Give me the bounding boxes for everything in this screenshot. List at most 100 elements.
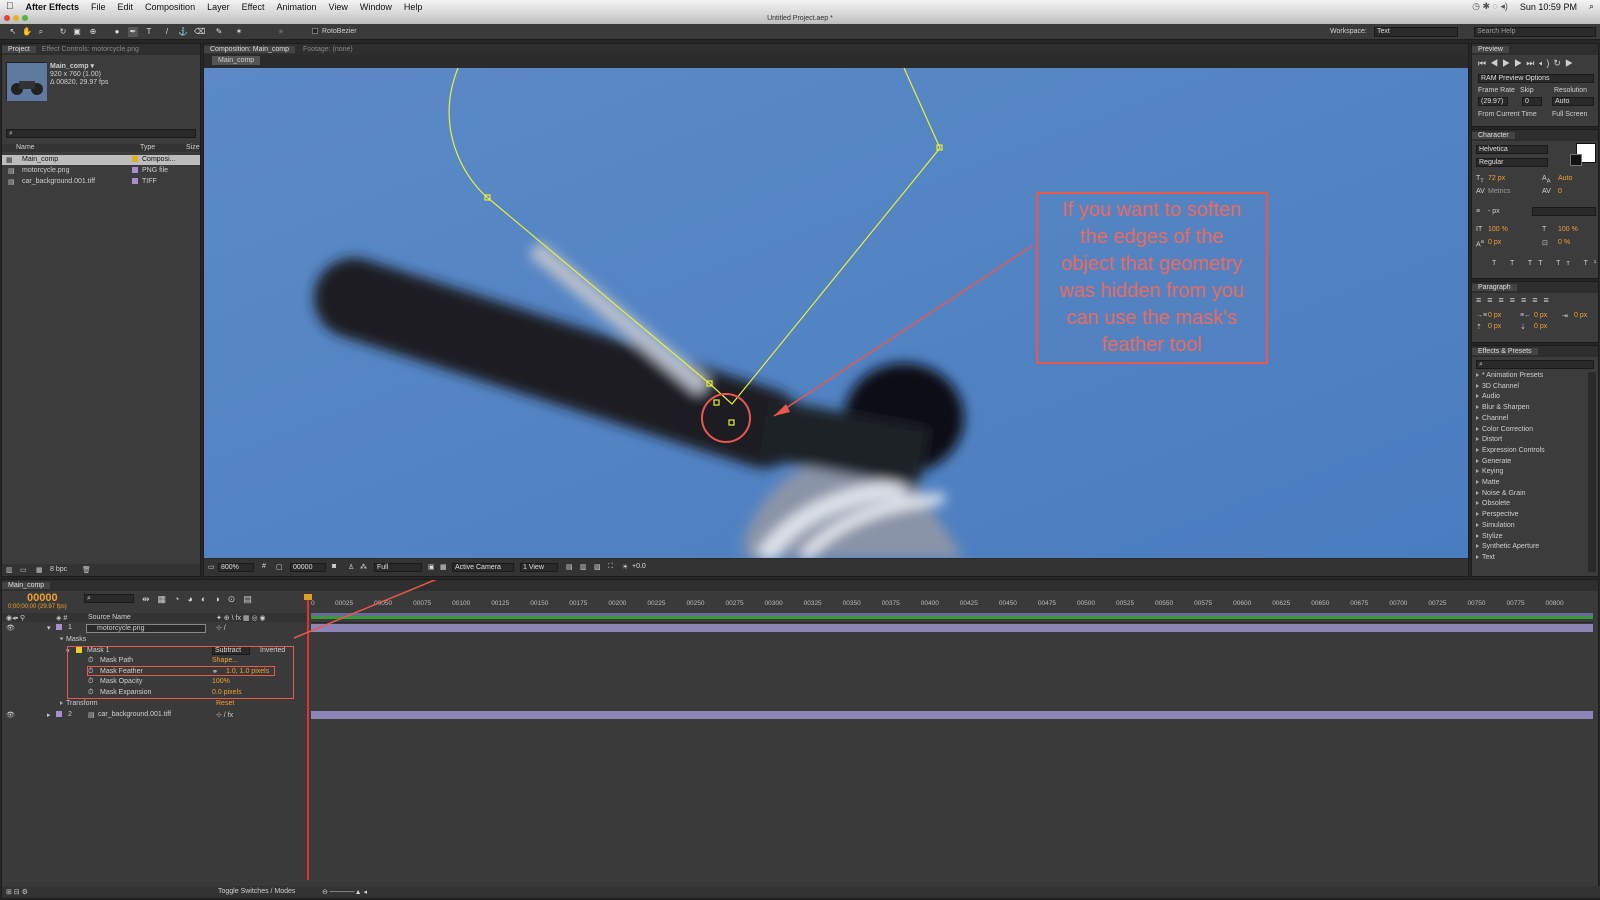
- from-current-time-checkbox[interactable]: From Current Time: [1478, 111, 1537, 118]
- menu-layer[interactable]: Layer: [201, 2, 236, 12]
- space-before-value[interactable]: 0 px: [1488, 323, 1501, 330]
- menu-animation[interactable]: Animation: [270, 2, 322, 12]
- effects-search-input[interactable]: ⌕: [1476, 360, 1594, 369]
- loop-icon[interactable]: ↻: [1553, 58, 1565, 68]
- rotate-tool-icon[interactable]: ↻: [58, 27, 68, 37]
- project-item-main-comp[interactable]: ▦ Main_comp Composi...: [2, 155, 200, 165]
- grid-icon[interactable]: #: [262, 563, 266, 570]
- font-size-value[interactable]: 72 px: [1488, 175, 1505, 182]
- search-help-input[interactable]: Search Help: [1474, 27, 1596, 37]
- comp-subtab[interactable]: Main_comp: [212, 56, 261, 65]
- expand-triangle-icon[interactable]: [1476, 480, 1479, 484]
- menu-edit[interactable]: Edit: [112, 2, 140, 12]
- effect-category[interactable]: Perspective: [1476, 511, 1519, 518]
- region-of-interest-icon[interactable]: ▣: [428, 563, 435, 571]
- new-folder-icon[interactable]: ▭: [20, 566, 27, 574]
- minimize-window-button[interactable]: [13, 15, 19, 21]
- bpc-label[interactable]: 8 bpc: [50, 566, 67, 573]
- view-layout-select[interactable]: 1 View: [520, 563, 558, 572]
- indent-left-value[interactable]: 0 px: [1488, 312, 1501, 319]
- menu-effect[interactable]: Effect: [236, 2, 271, 12]
- effect-category[interactable]: Distort: [1476, 436, 1502, 443]
- timeline-icon[interactable]: ▧: [594, 563, 601, 571]
- new-comp-icon[interactable]: ▦: [36, 566, 43, 574]
- baseline-shift-value[interactable]: 0 px: [1488, 239, 1501, 246]
- selection-tool-icon[interactable]: ↖: [8, 27, 18, 37]
- tab-paragraph[interactable]: Paragraph: [1472, 284, 1517, 291]
- pixel-aspect-icon[interactable]: ▤: [566, 563, 573, 571]
- effect-category[interactable]: Simulation: [1476, 522, 1515, 529]
- close-window-button[interactable]: [4, 15, 10, 21]
- effect-category[interactable]: Color Correction: [1476, 426, 1533, 433]
- first-line-value[interactable]: 0 px: [1574, 312, 1587, 319]
- tracking-value[interactable]: 0: [1558, 188, 1562, 195]
- ellipse-tool-icon[interactable]: ●: [112, 27, 122, 37]
- menu-view[interactable]: View: [322, 2, 353, 12]
- frame-rate-field[interactable]: (29.97): [1478, 97, 1508, 106]
- snapshot-icon[interactable]: ◙: [332, 563, 336, 570]
- tab-composition[interactable]: Composition: Main_comp: [204, 46, 295, 53]
- brush-tool-icon[interactable]: /: [162, 27, 172, 37]
- effect-category[interactable]: 3D Channel: [1476, 383, 1519, 390]
- kerning-value[interactable]: Metrics: [1488, 188, 1511, 195]
- expand-triangle-icon[interactable]: [1476, 437, 1479, 442]
- exposure-value[interactable]: +0.0: [632, 563, 646, 570]
- pan-behind-tool-icon[interactable]: ⊕: [88, 27, 98, 37]
- expand-triangle-icon[interactable]: [1476, 554, 1479, 559]
- menu-file[interactable]: File: [85, 2, 112, 12]
- comp-viewer[interactable]: [204, 68, 1468, 558]
- tab-character[interactable]: Character: [1472, 132, 1515, 139]
- space-after-value[interactable]: 0 px: [1534, 323, 1547, 330]
- text-style-buttons[interactable]: T T TT Tт T¹ T₁: [1492, 260, 1600, 267]
- resolution-select[interactable]: Full: [374, 563, 422, 572]
- stroke-color-swatch[interactable]: [1570, 154, 1582, 166]
- channel-icon[interactable]: ⁂: [360, 563, 367, 571]
- effect-category[interactable]: Audio: [1476, 393, 1500, 400]
- camera-tool-icon[interactable]: ▣: [72, 27, 82, 37]
- expand-triangle-icon[interactable]: [1476, 512, 1479, 517]
- show-snapshot-icon[interactable]: ♙: [348, 563, 354, 571]
- menu-help[interactable]: Help: [398, 2, 429, 12]
- camera-select[interactable]: Active Camera: [452, 563, 514, 572]
- zoom-slider[interactable]: ⊖ ─────▲ ◂: [322, 888, 367, 896]
- flowchart-icon[interactable]: ⛶: [608, 563, 613, 571]
- trash-icon[interactable]: 🗑: [82, 566, 91, 574]
- expand-triangle-icon[interactable]: [1476, 501, 1479, 506]
- expand-triangle-icon[interactable]: [1476, 469, 1479, 474]
- leading-value[interactable]: Auto: [1558, 175, 1572, 182]
- ram-preview-icon[interactable]: ▶: [1565, 58, 1577, 68]
- ram-preview-options[interactable]: RAM Preview Options: [1478, 74, 1594, 83]
- menu-composition[interactable]: Composition: [139, 2, 201, 12]
- effect-category[interactable]: Generate: [1476, 458, 1511, 465]
- audio-icon[interactable]: ◂): [1538, 58, 1553, 68]
- effect-category[interactable]: Matte: [1476, 479, 1500, 486]
- effect-category[interactable]: Expression Controls: [1476, 447, 1545, 454]
- expand-triangle-icon[interactable]: [1476, 394, 1479, 399]
- spotlight-icon[interactable]: ⌕: [1583, 1, 1600, 12]
- clone-tool-icon[interactable]: ⚓: [178, 27, 188, 37]
- zoom-tool-icon[interactable]: ⌕: [36, 27, 46, 37]
- fast-preview-icon[interactable]: ▥: [580, 563, 587, 571]
- indent-right-value[interactable]: 0 px: [1534, 312, 1547, 319]
- project-search-input[interactable]: ⌕: [6, 129, 196, 138]
- col-type[interactable]: Type: [140, 144, 155, 151]
- toggle-switches-modes[interactable]: Toggle Switches / Modes: [218, 888, 295, 895]
- effects-scrollbar[interactable]: [1588, 372, 1596, 572]
- expand-triangle-icon[interactable]: [1476, 426, 1479, 431]
- effect-category[interactable]: Noise & Grain: [1476, 490, 1526, 497]
- horizontal-scale-value[interactable]: 100 %: [1558, 226, 1578, 233]
- effect-category[interactable]: Stylize: [1476, 533, 1503, 540]
- tab-preview[interactable]: Preview: [1472, 46, 1509, 53]
- expand-triangle-icon[interactable]: [1476, 405, 1479, 410]
- effect-category[interactable]: Text: [1476, 554, 1495, 561]
- effect-category[interactable]: Blur & Sharpen: [1476, 404, 1529, 411]
- interpret-footage-icon[interactable]: ▥: [6, 566, 13, 574]
- font-family-select[interactable]: Helvetica: [1476, 145, 1548, 154]
- col-name[interactable]: Name: [16, 144, 35, 151]
- comp-flowchart-icon[interactable]: ⊞ ⊟ ⚙: [6, 888, 28, 896]
- prev-frame-icon[interactable]: ◀: [1490, 58, 1502, 68]
- last-frame-icon[interactable]: ⏭: [1526, 58, 1538, 68]
- stroke-style-select[interactable]: [1532, 207, 1596, 216]
- tab-effect-controls[interactable]: Effect Controls: motorcycle.png: [36, 46, 145, 53]
- vertical-scale-value[interactable]: 100 %: [1488, 226, 1508, 233]
